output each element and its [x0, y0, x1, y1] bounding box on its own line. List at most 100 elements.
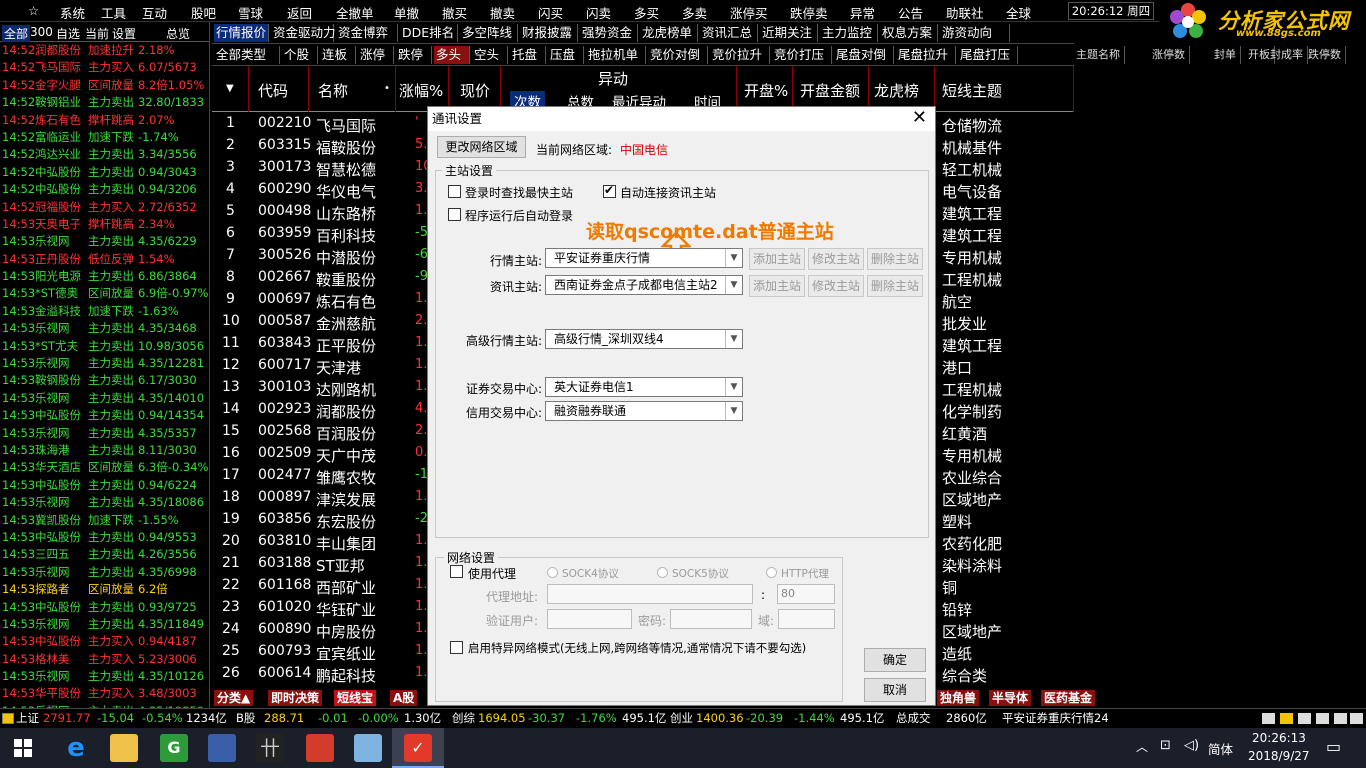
stock-app-icon[interactable]: [306, 734, 334, 762]
menu-item[interactable]: 单撤: [394, 3, 419, 22]
adv-master-select[interactable]: 高级行情_深圳双线4 ▼: [545, 329, 743, 349]
function-tab[interactable]: 近期关注: [760, 24, 818, 42]
type-tab[interactable]: 尾盘对倒: [834, 46, 894, 64]
sort-icon[interactable]: ▼: [226, 83, 234, 94]
theme-col-header[interactable]: 主题名称: [1076, 46, 1125, 64]
menu-item[interactable]: 工具: [101, 3, 126, 22]
type-tab[interactable]: 竞价打压: [772, 46, 832, 64]
trade-center-select[interactable]: 英大证券电信1 ▼: [545, 377, 743, 397]
chevron-down-icon[interactable]: ▼: [725, 402, 742, 420]
feed-row[interactable]: 14:53 乐视网 主力卖出 4.35/11849: [0, 616, 209, 633]
feed-row[interactable]: 14:53 *ST德奥 区间放量 6.9倍-0.97%: [0, 285, 209, 302]
feed-row[interactable]: 14:53 珠海港 主力卖出 8.11/3030: [0, 442, 209, 459]
feed-row[interactable]: 14:53 三四五 主力卖出 4.26/3556: [0, 546, 209, 563]
col-open-amt[interactable]: 开盘金额: [800, 80, 860, 101]
type-tab[interactable]: 竞价对倒: [648, 46, 708, 64]
menu-item[interactable]: 公告: [898, 3, 923, 22]
function-tab[interactable]: 权息方案: [880, 24, 938, 42]
ok-button[interactable]: 确定: [864, 648, 926, 672]
feed-row[interactable]: 14:53 格林美 主力买入 5.23/3006: [0, 651, 209, 668]
chevron-down-icon[interactable]: ▼: [725, 276, 742, 294]
menu-item[interactable]: 多卖: [682, 3, 707, 22]
feed-row[interactable]: 14:53 乐视网 主力卖出 4.35/3468: [0, 320, 209, 337]
tray-icon[interactable]: [1334, 713, 1347, 724]
quote-master-select[interactable]: 平安证券重庆行情 ▼: [545, 248, 743, 268]
function-tab[interactable]: 强势资金: [580, 24, 638, 42]
proxy-addr-input[interactable]: [547, 584, 753, 604]
feed-row[interactable]: 14:53 *ST尤夫 主力卖出 10.98/3056: [0, 338, 209, 355]
function-tab[interactable]: 多空阵线: [460, 24, 518, 42]
feed-row[interactable]: 14:53 乐视网 主力卖出 4.35/10126: [0, 668, 209, 685]
sock5-radio[interactable]: [657, 567, 668, 578]
special-mode-checkbox[interactable]: [450, 641, 463, 654]
menu-item[interactable]: 全撤单: [336, 3, 374, 22]
tool-app-icon[interactable]: 卄: [256, 734, 284, 762]
feed-row[interactable]: 14:53 乐视网 主力卖出 4.35/6229: [0, 233, 209, 250]
taskbar-date[interactable]: 2018/9/27: [1248, 749, 1310, 763]
feed-tab[interactable]: 自选: [56, 25, 80, 42]
function-tab[interactable]: 龙虎榜单: [640, 24, 698, 42]
volume-icon[interactable]: ◁): [1184, 738, 1199, 753]
analyst-app-icon[interactable]: ✓: [404, 734, 432, 762]
feed-row[interactable]: 14:53 乐视网 主力卖出 4.35/14010: [0, 390, 209, 407]
function-tab[interactable]: 行情报价: [214, 24, 269, 42]
feed-row[interactable]: 14:52 富临运业 加速下跌 -1.74%: [0, 129, 209, 146]
type-tab[interactable]: 跌停: [396, 46, 432, 64]
feed-row[interactable]: 14:53 天奥电子 撑杆跳高 2.34%: [0, 216, 209, 233]
menu-item[interactable]: 股吧: [191, 3, 216, 22]
auto-info-checkbox[interactable]: [603, 183, 616, 198]
feed-row[interactable]: 14:52 飞马国际 主力买入 6.07/5673: [0, 59, 209, 76]
type-tab[interactable]: 涨停: [358, 46, 394, 64]
feed-tab[interactable]: 全部: [2, 25, 31, 42]
bottom-tab[interactable]: 短线宝: [334, 690, 377, 706]
chevron-down-icon[interactable]: ▼: [725, 249, 742, 267]
fastest-checkbox[interactable]: [448, 185, 461, 198]
tray-icon[interactable]: [1262, 713, 1275, 724]
writing-app-icon[interactable]: [354, 734, 382, 762]
type-tab[interactable]: 尾盘拉升: [896, 46, 956, 64]
feed-tab[interactable]: 当前: [85, 25, 109, 42]
feed-tab[interactable]: 总览: [166, 25, 190, 42]
type-tab[interactable]: 尾盘打压: [958, 46, 1018, 64]
type-tab[interactable]: 连板: [320, 46, 356, 64]
theme-col-header[interactable]: 跌停数: [1308, 46, 1346, 64]
credit-center-select[interactable]: 融资融券联通 ▼: [545, 401, 743, 421]
type-tab[interactable]: 竞价拉升: [710, 46, 770, 64]
feed-row[interactable]: 14:53 华天酒店 区间放量 6.3倍-0.34%: [0, 459, 209, 476]
menu-item[interactable]: 闪卖: [586, 3, 611, 22]
col-code[interactable]: 代码: [258, 80, 288, 101]
port-input[interactable]: 80: [777, 584, 835, 604]
notification-icon[interactable]: ▭: [1326, 737, 1341, 756]
sock4-radio[interactable]: [547, 567, 558, 578]
info-master-select[interactable]: 西南证券金点子成都电信主站2 ▼: [545, 275, 743, 295]
feed-row[interactable]: 14:53 探路者 区间放量 6.2倍: [0, 581, 209, 598]
type-tab[interactable]: 空头: [472, 46, 508, 64]
feed-row[interactable]: 14:52 冠福股份 主力买入 2.72/6352: [0, 199, 209, 216]
function-tab[interactable]: 资金驱动力: [271, 24, 336, 42]
function-tab[interactable]: 主力监控: [820, 24, 878, 42]
http-radio[interactable]: [766, 567, 777, 578]
feed-row[interactable]: 14:53 阳光电源 主力卖出 6.86/3864: [0, 268, 209, 285]
col-name[interactable]: 名称: [318, 80, 348, 101]
menu-item[interactable]: 雪球: [238, 3, 263, 22]
function-tab[interactable]: DDE排名: [400, 24, 458, 42]
edit-quote-button[interactable]: 修改主站: [808, 248, 864, 270]
col-open-pct[interactable]: 开盘%: [744, 80, 788, 101]
feed-row[interactable]: 14:53 中弘股份 主力卖出 0.94/9553: [0, 529, 209, 546]
feed-row[interactable]: 14:52 鸿达兴业 主力卖出 3.34/3556: [0, 146, 209, 163]
menu-item[interactable]: 助联社: [946, 3, 984, 22]
chart-app-icon[interactable]: [208, 734, 236, 762]
feed-row[interactable]: 14:53 乐视网 主力卖出 4.35/12281: [0, 355, 209, 372]
auto-login-checkbox[interactable]: [448, 208, 461, 221]
theme-bottom-tab[interactable]: 独角兽: [937, 690, 980, 706]
bottom-tab[interactable]: 分类▲: [214, 690, 254, 706]
add-info-button[interactable]: 添加主站: [749, 275, 805, 297]
theme-col-header[interactable]: 封单: [1214, 46, 1241, 64]
type-tab[interactable]: 压盘: [548, 46, 584, 64]
feed-row[interactable]: 14:53 中弘股份 主力卖出 0.93/9725: [0, 599, 209, 616]
bottom-tab[interactable]: 即时决策: [268, 690, 323, 706]
chevron-down-icon[interactable]: ▼: [725, 330, 742, 348]
tray-icon[interactable]: [1298, 713, 1311, 724]
feed-tab[interactable]: 300: [30, 25, 53, 39]
feed-row[interactable]: 14:52 中弘股份 主力卖出 0.94/3043: [0, 164, 209, 181]
